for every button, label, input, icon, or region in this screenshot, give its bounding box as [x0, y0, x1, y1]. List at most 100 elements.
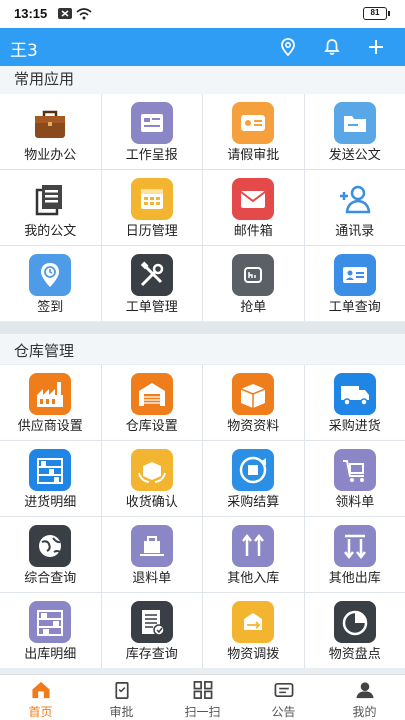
location-pin-icon[interactable] [278, 37, 298, 57]
app-tile-folder[interactable]: 发送公文 [304, 94, 405, 169]
documents-icon [29, 178, 71, 220]
return-box-icon [130, 525, 173, 567]
app-tile-label: 邮件箱 [233, 224, 273, 239]
outbound-shelf-icon [29, 601, 72, 643]
pie-icon [333, 601, 376, 643]
app-tile-documents[interactable]: 我的公文 [0, 170, 101, 245]
tab-label: 扫一扫 [184, 705, 221, 719]
tab-notice[interactable]: 公告 [243, 675, 324, 720]
app-tile-outbound-shelf[interactable]: 出库明细 [0, 593, 101, 668]
app-tile-mail[interactable]: 邮件箱 [203, 170, 304, 245]
app-tile-checklist[interactable]: 库存查询 [101, 593, 202, 668]
app-tile-pie[interactable]: 物资盘点 [304, 593, 405, 668]
app-tile-label: 工单查询 [328, 300, 381, 315]
tab-label: 我的 [352, 705, 377, 719]
notification-icon [58, 8, 72, 19]
app-tile-label: 签到 [37, 300, 64, 315]
app-tile-label: 物资盘点 [328, 647, 381, 662]
app-tile-label: 出库明细 [24, 647, 77, 662]
id-card-icon [333, 254, 376, 296]
leave-ticket-icon [232, 102, 275, 144]
tab-label: 首页 [28, 705, 53, 719]
cycle-box-icon [232, 449, 275, 491]
app-tile-report-card[interactable]: 工作呈报 [101, 94, 202, 169]
app-tile-label: 领料单 [335, 495, 375, 510]
briefcase-icon [29, 102, 71, 144]
notice-icon [274, 682, 293, 698]
app-tile-label: 工单管理 [125, 300, 178, 315]
home-content[interactable]: 常用应用 物业办公 工作呈报 请假审批 发送公文我的公文 日历管理 邮件箱 通讯录签到 工单管… [0, 66, 405, 674]
app-tile-receive-box[interactable]: 收货确认 [101, 441, 202, 516]
report-card-icon [130, 102, 173, 144]
wifi-icon [76, 8, 92, 20]
app-tile-label: 日历管理 [125, 224, 178, 239]
scan-icon [193, 681, 212, 699]
app-tile-label: 物资调拨 [227, 647, 280, 662]
app-tile-arrows-up[interactable]: 其他入库 [203, 517, 304, 592]
add-contact-icon [334, 178, 376, 220]
tab-scan[interactable]: 扫一扫 [162, 675, 243, 720]
app-tile-globe[interactable]: 综合查询 [0, 517, 101, 592]
box-icon [232, 373, 275, 415]
app-tile-shelf[interactable]: 进货明细 [0, 441, 101, 516]
app-tile-label: 收货确认 [125, 495, 178, 510]
section-divider [0, 322, 405, 334]
app-tile-label: 通讯录 [335, 224, 375, 239]
app-tile-label: 库存查询 [125, 647, 178, 662]
globe-icon [29, 525, 72, 567]
app-tile-label: 供应商设置 [17, 419, 83, 434]
app-tile-cart[interactable]: 领料单 [304, 441, 405, 516]
section-title-common: 常用应用 [14, 70, 75, 88]
app-tile-return-box[interactable]: 退料单 [101, 517, 202, 592]
app-tile-warehouse[interactable]: 仓库设置 [101, 365, 202, 440]
app-tile-label: 我的公文 [24, 224, 77, 239]
app-tile-location-clock[interactable]: 签到 [0, 246, 101, 321]
app-tile-label: 仓库设置 [125, 419, 178, 434]
app-tile-transfer[interactable]: 物资调拨 [203, 593, 304, 668]
page-title: 王3 [10, 41, 38, 61]
app-tile-briefcase[interactable]: 物业办公 [0, 94, 101, 169]
app-tile-label: 工作呈报 [125, 148, 178, 163]
truck-icon [333, 373, 376, 415]
app-tile-add-contact[interactable]: 通讯录 [304, 170, 405, 245]
app-tile-leave-ticket[interactable]: 请假审批 [203, 94, 304, 169]
app-tile-truck[interactable]: 采购进货 [304, 365, 405, 440]
bell-icon[interactable] [322, 37, 342, 57]
app-tile-label: 请假审批 [227, 148, 280, 163]
arrows-down-icon [333, 525, 376, 567]
app-tile-label: 退料单 [132, 571, 172, 586]
status-bar: 13:15 81 [0, 0, 405, 28]
bottom-tab-bar: 首页 审批 扫一扫 公告 我的 [0, 674, 405, 720]
calendar-icon [130, 178, 173, 220]
app-tile-grab-order[interactable]: 抢单 [203, 246, 304, 321]
section-title-warehouse: 仓库管理 [14, 342, 75, 360]
approval-icon [114, 682, 129, 699]
app-tile-tools[interactable]: 工单管理 [101, 246, 202, 321]
app-tile-cycle-box[interactable]: 采购结算 [203, 441, 304, 516]
tab-label: 公告 [271, 705, 296, 719]
app-tile-label: 采购结算 [227, 495, 280, 510]
common-apps-grid: 物业办公 工作呈报 请假审批 发送公文我的公文 日历管理 邮件箱 通讯录签到 工单管理 抢单 工单… [0, 94, 405, 321]
app-tile-label: 综合查询 [24, 571, 77, 586]
app-tile-calendar[interactable]: 日历管理 [101, 170, 202, 245]
tab-approval[interactable]: 审批 [81, 675, 162, 720]
home-icon [31, 681, 50, 699]
mail-icon [232, 178, 275, 220]
tab-user[interactable]: 我的 [324, 675, 405, 720]
add-icon[interactable] [366, 37, 386, 57]
tab-home[interactable]: 首页 [0, 675, 81, 720]
app-tile-label: 抢单 [240, 300, 267, 315]
app-tile-arrows-down[interactable]: 其他出库 [304, 517, 405, 592]
app-tile-id-card[interactable]: 工单查询 [304, 246, 405, 321]
app-tile-label: 发送公文 [328, 148, 381, 163]
shelf-icon [29, 449, 72, 491]
folder-icon [333, 102, 376, 144]
warehouse-icon [130, 373, 173, 415]
app-tile-label: 其他入库 [227, 571, 280, 586]
app-tile-factory[interactable]: 供应商设置 [0, 365, 101, 440]
tab-label: 审批 [109, 705, 134, 719]
app-tile-box[interactable]: 物资资料 [203, 365, 304, 440]
warehouse-grid: 供应商设置 仓库设置 物资资料 采购进货进货明细 收货确认 采购结算 领料单综合查询 退料单 其… [0, 365, 405, 668]
user-icon [355, 682, 374, 699]
cart-icon [333, 449, 376, 491]
